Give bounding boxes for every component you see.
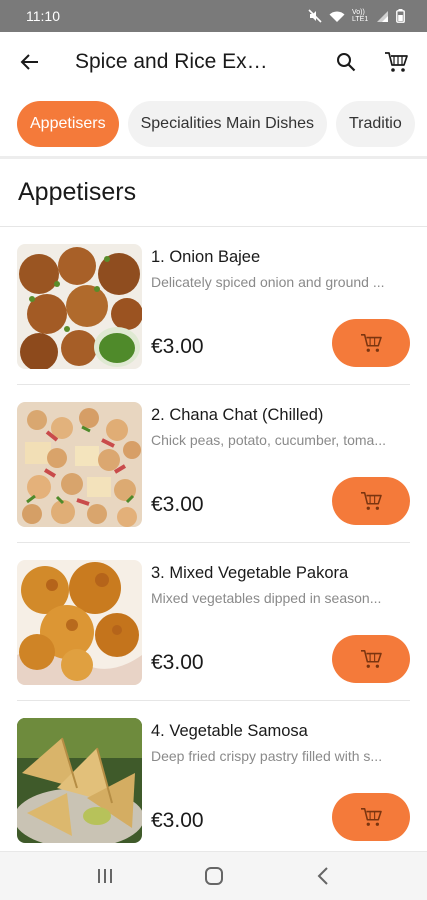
tabs-divider: [0, 156, 427, 159]
menu-item-image: [17, 718, 142, 843]
arrow-left-icon: [20, 54, 38, 70]
menu-item-description: Delicately spiced onion and ground ...: [151, 274, 385, 290]
menu-item-price: €3.00: [151, 493, 204, 516]
menu-item-price: €3.00: [151, 335, 204, 358]
app-bar-actions: [321, 37, 427, 87]
battery-icon: [396, 9, 405, 23]
add-to-cart-button[interactable]: [332, 319, 410, 367]
cart-icon: [361, 492, 382, 510]
nav-recents-button[interactable]: [75, 856, 135, 896]
section-title: Appetisers: [18, 178, 137, 206]
cart-button[interactable]: [371, 37, 421, 87]
status-time: 11:10: [26, 8, 60, 24]
menu-item-image: [17, 560, 142, 685]
menu-item-mixed-vegetable-pakora[interactable]: 3. Mixed Vegetable Pakora Mixed vegetabl…: [17, 543, 410, 701]
system-nav-bar: [0, 851, 427, 900]
tab-appetisers[interactable]: Appetisers: [17, 101, 119, 147]
cart-icon: [361, 650, 382, 668]
cart-icon: [385, 52, 408, 72]
page-title: Spice and Rice Ex…: [75, 50, 268, 73]
add-to-cart-button[interactable]: [332, 477, 410, 525]
category-tabs: Appetisers Specialities Main Dishes Trad…: [0, 92, 427, 156]
back-button[interactable]: [0, 32, 60, 92]
menu-item-name: 1. Onion Bajee: [151, 248, 261, 266]
menu-item-name: 2. Chana Chat (Chilled): [151, 406, 324, 424]
home-icon: [204, 867, 223, 885]
menu-item-description: Chick peas, potato, cucumber, toma...: [151, 432, 387, 448]
cart-icon: [361, 334, 382, 352]
tab-specialities-main-dishes[interactable]: Specialities Main Dishes: [127, 101, 327, 147]
menu-item-description: Mixed vegetables dipped in season...: [151, 590, 382, 606]
search-button[interactable]: [321, 37, 371, 87]
nav-home-button[interactable]: [184, 856, 244, 896]
app-bar: Spice and Rice Ex…: [0, 32, 427, 92]
menu-item-image: [17, 244, 142, 369]
menu-item-price: €3.00: [151, 809, 204, 832]
wifi-icon: [329, 11, 345, 22]
menu-list: 1. Onion Bajee Delicately spiced onion a…: [0, 227, 427, 851]
menu-item-image: [17, 402, 142, 527]
menu-item-description: Deep fried crispy pastry filled with s..…: [151, 748, 383, 764]
recents-icon: [97, 869, 112, 883]
menu-item-name: 4. Vegetable Samosa: [151, 722, 308, 740]
menu-item-name: 3. Mixed Vegetable Pakora: [151, 564, 349, 582]
chevron-left-icon: [317, 867, 328, 885]
menu-item-vegetable-samosa[interactable]: 4. Vegetable Samosa Deep fried crispy pa…: [17, 701, 410, 851]
signal-icon: [377, 10, 388, 22]
menu-item-chana-chat[interactable]: 2. Chana Chat (Chilled) Chick peas, pota…: [17, 385, 410, 543]
nav-back-button[interactable]: [293, 856, 353, 896]
menu-item-price: €3.00: [151, 651, 204, 674]
cart-icon: [361, 808, 382, 826]
status-icons: Vo)) LTE1: [308, 9, 405, 23]
network-label: Vo)) LTE1: [352, 9, 369, 23]
status-bar: 11:10 Vo)) LTE1: [0, 0, 427, 32]
mute-icon: [308, 9, 322, 23]
menu-item-onion-bajee[interactable]: 1. Onion Bajee Delicately spiced onion a…: [17, 227, 410, 385]
add-to-cart-button[interactable]: [332, 635, 410, 683]
tab-traditional[interactable]: Traditio: [336, 101, 415, 147]
search-icon: [337, 53, 356, 72]
add-to-cart-button[interactable]: [332, 793, 410, 841]
